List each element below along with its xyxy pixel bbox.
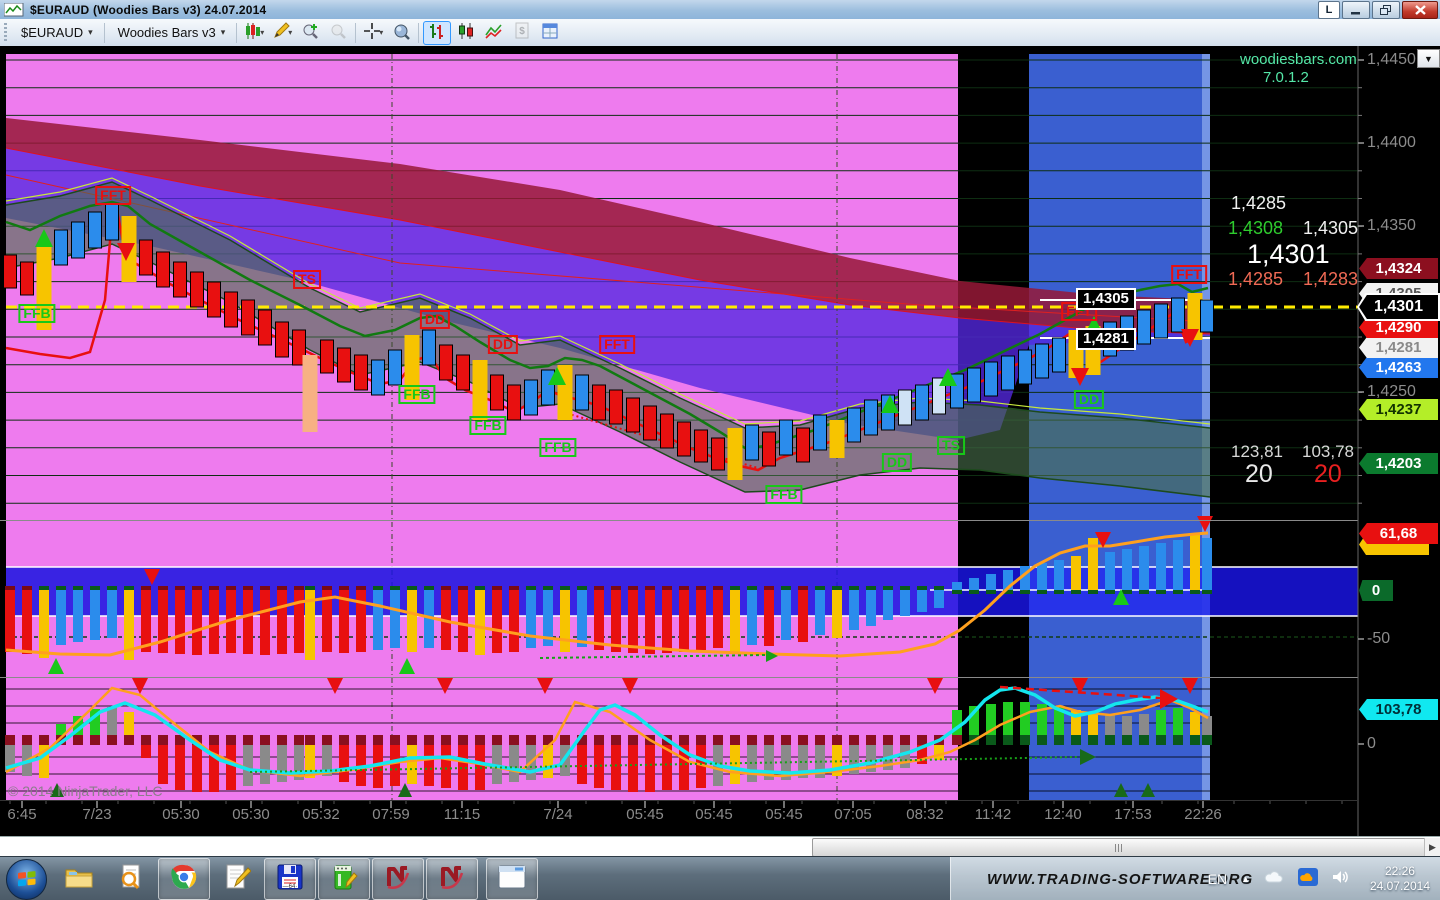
chart-type-line-button[interactable]: [481, 22, 507, 44]
toolbar-separator: [355, 23, 356, 43]
search-taskbar-button[interactable]: [106, 859, 156, 899]
instrument-dropdown[interactable]: $EURAUD ▾: [11, 23, 101, 42]
l-button[interactable]: L: [1318, 1, 1340, 19]
chevron-down-icon: ▾: [379, 28, 383, 37]
screen: $EURAUD (Woodies Bars v3) 24.07.2014 L $…: [0, 0, 1440, 900]
chart-app-icon: [4, 3, 24, 17]
dollar-icon: $: [513, 22, 531, 43]
dollar-button: $: [509, 22, 535, 44]
toolbar: $EURAUD ▾ Woodies Bars v3 ▾ ▾ ▾ ▾ $: [0, 19, 1440, 47]
taskbar: —64· WWW.TRADING-SOFTWARE.ORG EN ▲ 22:26…: [0, 856, 1440, 900]
instrument-label: $EURAUD: [21, 25, 83, 40]
ninjatrader2-icon: [438, 863, 466, 896]
svg-text:$: $: [519, 26, 525, 37]
chart-type-candles-icon: [457, 22, 475, 43]
minimize-button[interactable]: [1342, 1, 1370, 19]
chevron-down-icon: ▾: [260, 28, 264, 37]
titlebar[interactable]: $EURAUD (Woodies Bars v3) 24.07.2014 L: [0, 0, 1440, 20]
start-button[interactable]: [6, 859, 47, 900]
toolbar-grip[interactable]: [4, 23, 7, 43]
volume-icon[interactable]: [1332, 869, 1350, 890]
notepad-icon: [223, 863, 251, 896]
zoom-in-icon: [301, 22, 319, 43]
toolbar-separator: [104, 23, 105, 43]
notebook-icon: [330, 863, 358, 896]
chrome-taskbar-button[interactable]: [158, 858, 210, 900]
zoom-out-icon: [329, 22, 347, 43]
window-icon: [497, 864, 527, 895]
chevron-down-icon: ▾: [88, 27, 93, 38]
window-taskbar-button[interactable]: [486, 858, 538, 900]
chevron-down-icon: ▾: [288, 28, 292, 37]
language-indicator[interactable]: EN: [1208, 871, 1227, 887]
ninjatrader2-taskbar-button[interactable]: [426, 858, 478, 900]
toolbar-separator: [418, 23, 419, 43]
chart-type-bars-button[interactable]: [423, 21, 451, 45]
clock-time: 22:26: [1385, 864, 1415, 879]
chart-canvas[interactable]: [0, 46, 1440, 836]
ninjatrader-icon: [384, 863, 412, 896]
chart-type-bars-icon: [428, 22, 446, 43]
chart-type-candles-button[interactable]: [453, 22, 479, 44]
scrollbar-right-arrow[interactable]: ▶: [1424, 838, 1440, 856]
pencil-button[interactable]: ▾: [269, 22, 295, 44]
panel-grid-icon: [541, 22, 559, 43]
notebook-taskbar-button[interactable]: [318, 858, 370, 900]
explorer-taskbar-button[interactable]: [54, 859, 104, 899]
ninjatrader-taskbar-button[interactable]: [372, 858, 424, 900]
chart-type-line-icon: [485, 22, 503, 43]
floppy-icon: —64·: [276, 863, 304, 896]
template-label: Woodies Bars v3: [118, 25, 216, 40]
cloud-icon[interactable]: [1264, 870, 1284, 889]
floppy-taskbar-button[interactable]: —64·: [264, 858, 316, 900]
restore-button[interactable]: [1372, 1, 1400, 19]
chevron-down-icon: ▾: [221, 27, 226, 38]
show-hidden-icons-icon[interactable]: ▲: [1241, 874, 1250, 884]
zoom-in-button[interactable]: [297, 22, 323, 44]
svg-text:—64·: —64·: [283, 884, 298, 890]
template-dropdown[interactable]: Woodies Bars v3 ▾: [108, 23, 234, 42]
panel-grid-button[interactable]: [537, 22, 563, 44]
taskbar-clock[interactable]: 22:26 24.07.2014: [1364, 857, 1436, 900]
explorer-icon: [64, 864, 94, 895]
scrollbar-thumb[interactable]: [812, 838, 1426, 857]
chrome-icon: [170, 863, 198, 896]
zoom-out-button: [325, 22, 351, 44]
weather-icon[interactable]: [1298, 868, 1318, 891]
scrollbar-grip[interactable]: [1115, 844, 1123, 852]
data-box-icon: [392, 22, 410, 43]
search-icon: [117, 863, 145, 896]
clock-date: 24.07.2014: [1370, 879, 1430, 894]
bar-style-button[interactable]: ▾: [241, 22, 267, 44]
window-title: $EURAUD (Woodies Bars v3) 24.07.2014: [30, 3, 266, 17]
toolbar-separator: [236, 23, 237, 43]
close-button[interactable]: [1402, 1, 1438, 19]
notepad-taskbar-button[interactable]: [212, 859, 262, 899]
data-box-button[interactable]: [388, 22, 414, 44]
crosshair-button[interactable]: ▾: [360, 22, 386, 44]
horizontal-scrollbar[interactable]: ▶: [0, 836, 1440, 857]
